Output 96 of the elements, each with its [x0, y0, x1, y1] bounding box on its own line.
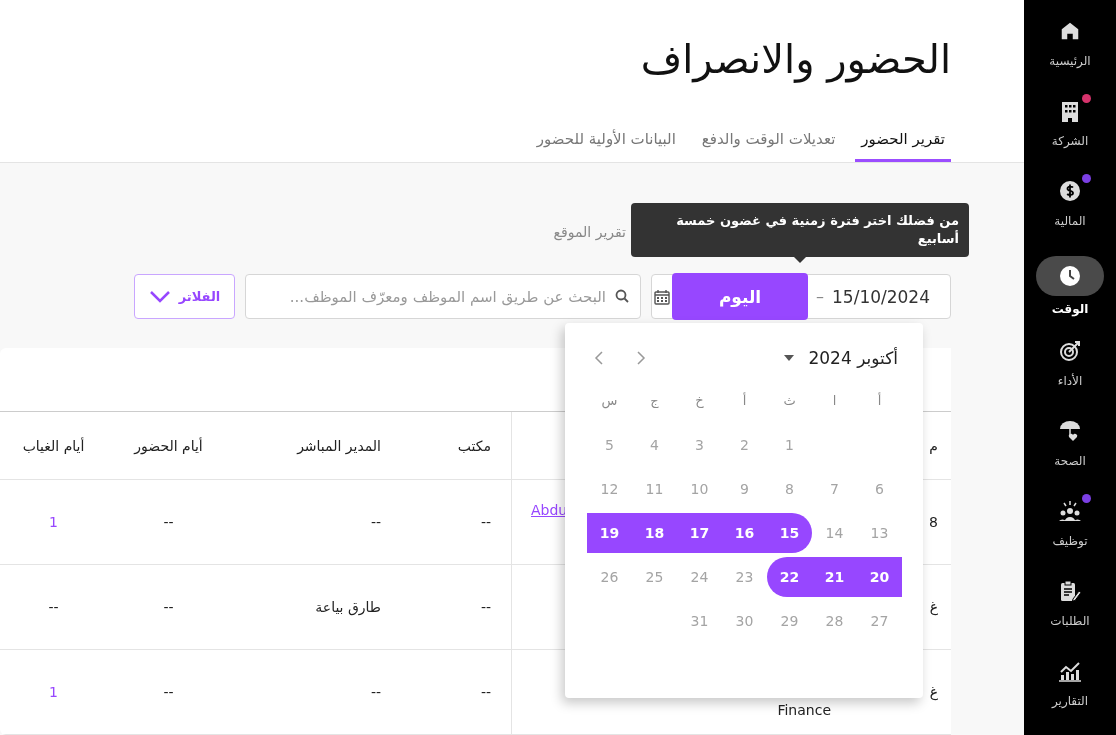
sidebar-item[interactable]: الشركة — [1024, 94, 1116, 174]
table-cell: -- — [48, 599, 59, 615]
table-cell: 8 — [929, 514, 938, 530]
dollar-icon — [1059, 180, 1081, 202]
calendar-day[interactable]: 12 — [587, 468, 632, 509]
home-icon — [1059, 20, 1081, 42]
table-cell: -- — [370, 514, 381, 530]
weekday-label: ا — [831, 392, 838, 410]
calendar-icon[interactable] — [654, 288, 670, 305]
calendar-day[interactable]: 16 — [722, 512, 767, 553]
target-icon — [1059, 340, 1081, 362]
calendar-day[interactable]: 26 — [587, 556, 632, 597]
sidebar-item[interactable]: الأداء — [1024, 334, 1116, 414]
search-field[interactable]: البحث عن طريق اسم الموظف ومعرّف الموظف... — [245, 274, 641, 319]
weekday-label: ث — [782, 392, 797, 410]
caret-icon[interactable] — [784, 355, 795, 361]
calendar-day[interactable]: 14 — [812, 512, 857, 553]
calendar-day[interactable]: 11 — [632, 468, 677, 509]
column-header: م — [929, 437, 938, 454]
sidebar-item[interactable]: الرئيسية — [1024, 14, 1116, 94]
range-separator: – — [816, 287, 824, 306]
table-cell: -- — [163, 514, 174, 530]
calendar-day[interactable]: 30 — [722, 600, 767, 641]
table-cell: 1 — [49, 514, 58, 530]
people-icon — [1058, 500, 1082, 522]
calendar-day[interactable]: 24 — [677, 556, 722, 597]
calendar-day[interactable]: 31 — [677, 600, 722, 641]
sidebar-item[interactable]: المالية — [1024, 174, 1116, 254]
calendar-day[interactable]: 25 — [632, 556, 677, 597]
chevron-down-icon — [148, 289, 171, 304]
calendar-day[interactable]: 3 — [677, 424, 722, 465]
report-tab[interactable]: تقرير الموقع — [553, 218, 626, 248]
weekday-label: خ — [694, 392, 705, 410]
calendar-day[interactable]: 23 — [722, 556, 767, 597]
table-cell: غ — [929, 599, 938, 615]
column-header: المدير المباشر — [297, 437, 381, 454]
table-cell: طارق بياعة — [315, 599, 381, 615]
calendar-day[interactable]: 6 — [857, 468, 902, 509]
calendar-day[interactable]: 29 — [767, 600, 812, 641]
table-cell: 1 — [49, 684, 58, 700]
sidebar-item[interactable]: الصحة — [1024, 414, 1116, 494]
calendar-day[interactable]: 15 — [767, 512, 812, 553]
today-button[interactable]: اليوم — [672, 273, 808, 320]
calendar-day[interactable]: 17 — [677, 512, 722, 553]
calendar-day[interactable]: 8 — [767, 468, 812, 509]
month-label[interactable]: أكتوبر 2024 — [808, 348, 898, 368]
tab[interactable]: البيانات الأولية للحضور — [530, 124, 682, 162]
calendar-day[interactable]: 4 — [632, 424, 677, 465]
table-cell: Finance — [777, 702, 831, 718]
next-month-icon[interactable] — [636, 351, 646, 365]
calendar-day[interactable]: 18 — [632, 512, 677, 553]
sidebar-item[interactable]: توظيف — [1024, 494, 1116, 574]
table-cell: -- — [163, 684, 174, 700]
column-header: أيام الغياب — [22, 437, 85, 454]
tooltip: من فضلك اختر فترة زمنية في غضون خمسة أسابيع — [631, 203, 969, 258]
calendar-day[interactable]: 22 — [767, 556, 812, 597]
calendar-day[interactable]: 7 — [812, 468, 857, 509]
calendar-day[interactable]: 27 — [857, 600, 902, 641]
calendar-day[interactable]: 5 — [587, 424, 632, 465]
calendar-day[interactable]: 21 — [812, 556, 857, 597]
table-cell: -- — [163, 599, 174, 615]
calendar-day[interactable]: 13 — [857, 512, 902, 553]
start-date: 15/10/2024 — [832, 286, 930, 307]
table-cell: -- — [480, 684, 491, 700]
table-cell: -- — [480, 599, 491, 615]
previous-month-icon[interactable] — [594, 351, 604, 365]
column-header: أيام الحضور — [134, 437, 203, 454]
tab[interactable]: تعديلات الوقت والدفع — [695, 124, 842, 162]
weekday-label: ج — [649, 392, 660, 410]
table-cell: -- — [370, 684, 381, 700]
clipboard-icon — [1059, 580, 1081, 602]
calendar-day[interactable]: 20 — [857, 556, 902, 597]
building-icon — [1060, 100, 1080, 122]
sidebar-item[interactable]: الوقت — [1024, 254, 1116, 334]
calendar-day[interactable]: 10 — [677, 468, 722, 509]
filters-button[interactable]: الفلاتر — [134, 274, 235, 319]
calendar-day[interactable]: 1 — [767, 424, 812, 465]
calendar-day[interactable]: 9 — [722, 468, 767, 509]
weekday-label: أ — [741, 391, 748, 410]
search-icon — [615, 289, 629, 303]
sidebar-item[interactable]: الطلبات — [1024, 574, 1116, 654]
tooltip-pointer-icon — [793, 256, 807, 263]
calendar-day[interactable]: 19 — [587, 512, 632, 553]
tab[interactable]: تقرير الحضور — [855, 124, 951, 162]
page-title: الحضور والانصراف — [639, 36, 951, 85]
calendar-day[interactable]: 2 — [722, 424, 767, 465]
umbrella-heart-icon — [1059, 420, 1081, 442]
table-cell: -- — [480, 514, 491, 530]
table-cell: غ — [929, 684, 938, 700]
calendar-day[interactable]: 28 — [812, 600, 857, 641]
chart-icon — [1058, 660, 1082, 682]
sidebar-item[interactable]: التقارير — [1024, 654, 1116, 734]
clock-icon — [1059, 265, 1081, 287]
weekday-label: أ — [876, 391, 883, 410]
column-header: مكتب — [457, 437, 491, 454]
weekday-label: س — [600, 392, 619, 411]
